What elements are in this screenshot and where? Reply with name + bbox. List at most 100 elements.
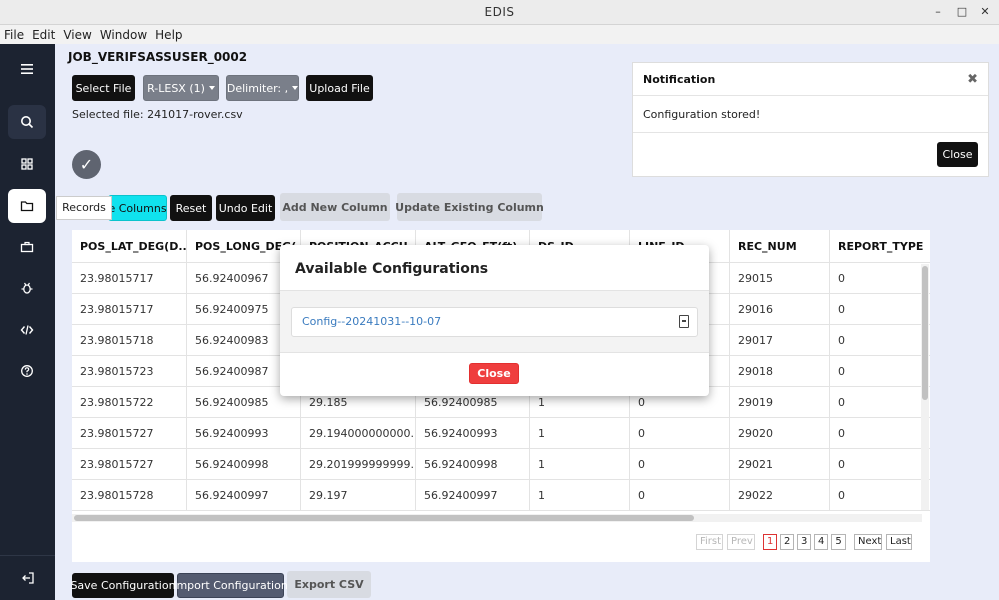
table-cell[interactable]: 29015 bbox=[730, 263, 830, 294]
grid-icon[interactable] bbox=[8, 147, 46, 181]
notification-close-button[interactable]: Close bbox=[937, 142, 978, 167]
save-configuration-button[interactable]: Save Configuration bbox=[70, 573, 176, 598]
add-new-column-button[interactable]: Add New Column bbox=[280, 193, 390, 221]
delimiter-dropdown[interactable]: Delimiter: , bbox=[226, 75, 299, 101]
table-cell[interactable]: 56.92400997 bbox=[416, 480, 530, 511]
table-cell[interactable]: 29020 bbox=[730, 418, 830, 449]
table-row[interactable]: 23.98015728 56.92400997 29.197 56.92400997 1… bbox=[72, 480, 930, 511]
table-row[interactable]: 23.98015727 56.92400998 29.201999999999...… bbox=[72, 449, 930, 480]
page-4-button[interactable]: 4 bbox=[814, 534, 828, 550]
table-cell[interactable]: 0 bbox=[830, 263, 930, 294]
menu-help[interactable]: Help bbox=[151, 28, 186, 42]
table-cell[interactable]: 29018 bbox=[730, 356, 830, 387]
vertical-scrollbar[interactable] bbox=[921, 264, 929, 510]
page-last-button[interactable]: Last bbox=[886, 534, 912, 550]
column-header[interactable]: POS_LAT_DEG(D... bbox=[72, 230, 187, 263]
table-cell[interactable]: 29022 bbox=[730, 480, 830, 511]
scrollbar-thumb[interactable] bbox=[74, 515, 694, 521]
export-csv-button[interactable]: Export CSV bbox=[287, 571, 371, 598]
table-cell[interactable]: 29019 bbox=[730, 387, 830, 418]
briefcase-icon[interactable] bbox=[8, 230, 46, 264]
logout-icon[interactable] bbox=[0, 555, 55, 600]
maximize-icon[interactable]: □ bbox=[954, 4, 970, 20]
code-icon[interactable] bbox=[8, 313, 46, 347]
table-cell[interactable]: 29021 bbox=[730, 449, 830, 480]
horizontal-scrollbar[interactable] bbox=[72, 514, 922, 522]
window-titlebar: EDIS – □ ✕ bbox=[0, 0, 999, 25]
config-list-item[interactable]: Config--20241031--10-07 bbox=[291, 307, 698, 337]
table-cell[interactable]: 1 bbox=[530, 449, 630, 480]
minimize-icon[interactable]: – bbox=[930, 4, 946, 20]
table-cell[interactable]: 23.98015728 bbox=[72, 480, 187, 511]
import-configuration-button[interactable]: Import Configuration bbox=[173, 573, 288, 598]
table-cell[interactable]: 56.92400993 bbox=[416, 418, 530, 449]
table-cell[interactable]: 56.92400998 bbox=[187, 449, 301, 480]
table-cell[interactable]: 1 bbox=[530, 480, 630, 511]
search-icon[interactable] bbox=[8, 105, 46, 139]
config-name[interactable]: Config--20241031--10-07 bbox=[302, 308, 441, 336]
trash-icon[interactable] bbox=[679, 315, 689, 328]
choose-columns-button[interactable]: e Columns bbox=[108, 195, 167, 221]
menu-edit[interactable]: Edit bbox=[28, 28, 59, 42]
reset-button[interactable]: Reset bbox=[170, 195, 212, 221]
menu-view[interactable]: View bbox=[59, 28, 95, 42]
table-cell[interactable]: 29.194000000000... bbox=[301, 418, 416, 449]
table-cell[interactable]: 23.98015717 bbox=[72, 294, 187, 325]
page-5-button[interactable]: 5 bbox=[831, 534, 846, 550]
notification-message: Configuration stored! bbox=[633, 96, 988, 133]
table-cell[interactable]: 0 bbox=[630, 480, 730, 511]
page-first-button[interactable]: First bbox=[696, 534, 723, 550]
page-3-button[interactable]: 3 bbox=[797, 534, 811, 550]
upload-file-button[interactable]: Upload File bbox=[306, 75, 373, 101]
help-icon[interactable] bbox=[8, 354, 46, 388]
bug-icon[interactable] bbox=[8, 271, 46, 305]
table-cell[interactable]: 56.92400998 bbox=[416, 449, 530, 480]
column-header[interactable]: REC_NUM bbox=[730, 230, 830, 263]
table-cell[interactable]: 23.98015722 bbox=[72, 387, 187, 418]
page-1-button[interactable]: 1 bbox=[763, 534, 777, 550]
table-cell[interactable]: 0 bbox=[830, 480, 930, 511]
table-cell[interactable]: 56.92400997 bbox=[187, 480, 301, 511]
table-row[interactable]: 23.98015727 56.92400993 29.194000000000...… bbox=[72, 418, 930, 449]
table-cell[interactable]: 23.98015717 bbox=[72, 263, 187, 294]
select-file-button[interactable]: Select File bbox=[72, 75, 135, 101]
close-icon[interactable]: ✖ bbox=[967, 63, 978, 96]
sidebar bbox=[0, 44, 55, 600]
table-cell[interactable]: 0 bbox=[830, 387, 930, 418]
table-cell[interactable]: 0 bbox=[830, 449, 930, 480]
app-area: Records JOB_VERIFSASSUSER_0002 Select Fi… bbox=[0, 44, 999, 600]
table-cell[interactable]: 0 bbox=[830, 325, 930, 356]
folder-icon[interactable] bbox=[8, 189, 46, 223]
modal-title: Available Configurations bbox=[295, 261, 489, 277]
update-existing-column-button[interactable]: Update Existing Column bbox=[395, 193, 544, 221]
hamburger-menu-icon[interactable] bbox=[8, 52, 46, 86]
table-cell[interactable]: 23.98015723 bbox=[72, 356, 187, 387]
table-cell[interactable]: 23.98015718 bbox=[72, 325, 187, 356]
column-header[interactable]: REPORT_TYPE bbox=[830, 230, 930, 263]
table-cell[interactable]: 29.197 bbox=[301, 480, 416, 511]
scrollbar-thumb[interactable] bbox=[922, 266, 928, 400]
table-cell[interactable]: 0 bbox=[830, 418, 930, 449]
page-prev-button[interactable]: Prev bbox=[727, 534, 755, 550]
table-cell[interactable]: 23.98015727 bbox=[72, 418, 187, 449]
table-cell[interactable]: 56.92400993 bbox=[187, 418, 301, 449]
table-cell[interactable]: 0 bbox=[830, 356, 930, 387]
table-cell[interactable]: 0 bbox=[830, 294, 930, 325]
undo-edit-button[interactable]: Undo Edit bbox=[216, 195, 275, 221]
close-icon[interactable]: ✕ bbox=[977, 4, 993, 20]
page-2-button[interactable]: 2 bbox=[780, 534, 794, 550]
table-cell[interactable]: 29.201999999999... bbox=[301, 449, 416, 480]
table-cell[interactable]: 29016 bbox=[730, 294, 830, 325]
table-cell[interactable]: 1 bbox=[530, 418, 630, 449]
table-cell[interactable]: 29017 bbox=[730, 325, 830, 356]
divider bbox=[280, 352, 709, 353]
table-cell[interactable]: 0 bbox=[630, 449, 730, 480]
page-title: JOB_VERIFSASSUSER_0002 bbox=[68, 50, 248, 64]
menu-window[interactable]: Window bbox=[96, 28, 151, 42]
page-next-button[interactable]: Next bbox=[854, 534, 882, 550]
table-cell[interactable]: 0 bbox=[630, 418, 730, 449]
modal-close-button[interactable]: Close bbox=[469, 363, 519, 384]
format-dropdown[interactable]: R-LESX (1) bbox=[143, 75, 219, 101]
table-cell[interactable]: 23.98015727 bbox=[72, 449, 187, 480]
menu-file[interactable]: File bbox=[0, 28, 28, 42]
